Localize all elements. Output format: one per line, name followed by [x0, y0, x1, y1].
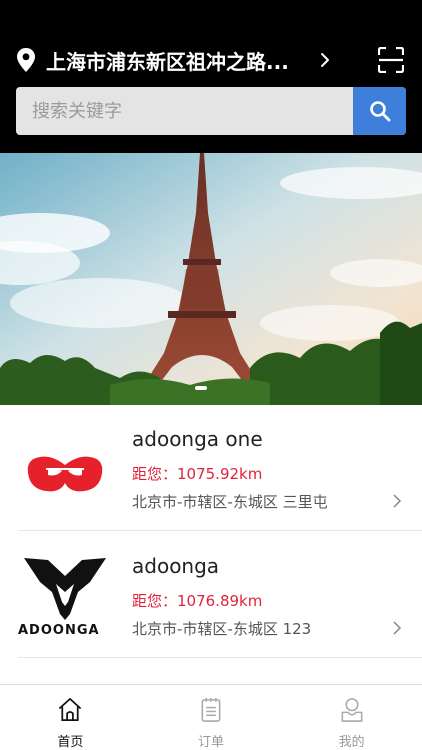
shop-name: adoonga one — [132, 427, 263, 451]
logo-text: ADOONGA — [18, 623, 100, 638]
shop-address: 北京市-市辖区-东城区 三里屯 — [132, 493, 328, 511]
tab-orders[interactable]: 订单 — [141, 685, 282, 750]
order-icon — [201, 697, 221, 722]
chevron-right-icon — [393, 494, 402, 508]
tab-label: 我的 — [338, 735, 365, 750]
shop-distance: 距您：1076.89km — [132, 592, 263, 610]
tab-profile[interactable]: 我的 — [281, 685, 422, 750]
list-item[interactable]: ADOONGA adoonga 距您：1076.89km 北京市-市辖区-东城区… — [18, 532, 422, 658]
scan-icon[interactable] — [378, 47, 404, 73]
chevron-right-icon — [321, 53, 329, 67]
search-button[interactable] — [353, 87, 406, 135]
tab-home[interactable]: 首页 — [0, 685, 141, 750]
carousel-indicator — [195, 386, 207, 390]
shop-name: adoonga — [132, 554, 220, 578]
location-text: 上海市浦东新区祖冲之路... — [46, 49, 289, 74]
top-header: 上海市浦东新区祖冲之路... — [0, 0, 422, 153]
adoonga-emblem-logo: ADOONGA — [18, 558, 106, 638]
tab-label: 首页 — [57, 735, 84, 750]
shop-list: adoonga one 距您：1075.92km 北京市-市辖区-东城区 三里屯… — [0, 405, 422, 685]
shop-address: 北京市-市辖区-东城区 123 — [132, 620, 312, 638]
location-selector[interactable]: 上海市浦东新区祖冲之路... — [16, 44, 406, 76]
shop-distance: 距您：1075.92km — [132, 465, 263, 483]
profile-icon — [341, 698, 363, 722]
tab-label: 订单 — [198, 735, 225, 750]
search-icon — [369, 101, 390, 122]
eiffel-tower-image — [0, 153, 422, 405]
search-input[interactable] — [16, 87, 353, 135]
red-mustache-logo — [27, 456, 103, 492]
search-bar — [16, 87, 406, 135]
location-pin-icon — [17, 48, 35, 72]
banner-carousel[interactable] — [0, 153, 422, 405]
list-item[interactable]: adoonga one 距您：1075.92km 北京市-市辖区-东城区 三里屯 — [18, 405, 422, 531]
chevron-right-icon — [393, 621, 402, 635]
home-icon — [59, 698, 82, 721]
bottom-tab-bar: 首页 订单 我的 — [0, 684, 422, 750]
